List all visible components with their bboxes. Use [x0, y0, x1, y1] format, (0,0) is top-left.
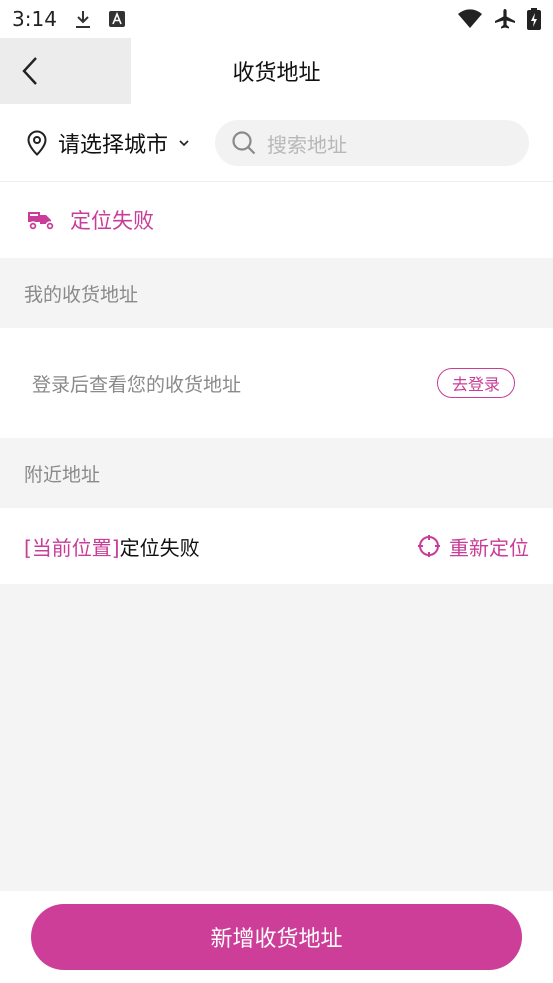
current-location-status: 定位失败	[119, 535, 200, 560]
location-status[interactable]: 定位失败	[26, 205, 154, 235]
chevron-left-icon	[22, 56, 38, 86]
status-left: 3:14	[12, 7, 125, 31]
login-hint: 登录后查看您的收货地址	[32, 373, 242, 396]
my-addresses-header: 我的收货地址	[0, 258, 553, 328]
login-prompt-row: 登录后查看您的收货地址 去登录	[0, 328, 553, 438]
wifi-icon	[457, 9, 483, 29]
search-placeholder: 搜索地址	[267, 132, 347, 157]
login-button[interactable]: 去登录	[436, 368, 515, 398]
delivery-scooter-icon	[26, 208, 58, 232]
font-a-icon	[108, 11, 125, 27]
current-location-tag: [当前位置]	[24, 535, 120, 560]
relocate-label: 重新定位	[449, 535, 529, 560]
search-input[interactable]: 搜索地址	[215, 120, 529, 166]
empty-list-area	[0, 584, 553, 891]
nearby-addresses-header: 附近地址	[0, 438, 553, 508]
status-time: 3:14	[12, 7, 57, 31]
current-location: [当前位置]定位失败	[24, 532, 200, 561]
search-icon	[231, 130, 257, 156]
chevron-down-icon	[178, 139, 190, 147]
top-bar: 收货地址	[0, 38, 553, 104]
relocate-button[interactable]: 重新定位	[417, 532, 529, 561]
city-select[interactable]: 请选择城市	[26, 127, 190, 159]
location-pin-icon	[26, 129, 48, 156]
add-address-button[interactable]: 新增收货地址	[31, 904, 522, 970]
current-location-row: [当前位置]定位失败 重新定位	[0, 508, 553, 584]
crosshair-icon	[417, 534, 441, 558]
status-bar: 3:14	[0, 0, 553, 38]
battery-charging-icon	[527, 8, 541, 30]
city-label: 请选择城市	[58, 132, 169, 158]
download-icon	[75, 9, 91, 29]
search-row: 请选择城市 搜索地址	[0, 104, 553, 182]
location-status-text: 定位失败	[70, 209, 154, 233]
location-status-row: 定位失败	[0, 182, 553, 258]
status-right	[457, 8, 541, 30]
bottom-bar: 新增收货地址	[0, 891, 553, 983]
back-button[interactable]	[0, 38, 131, 104]
airplane-icon	[493, 8, 517, 30]
